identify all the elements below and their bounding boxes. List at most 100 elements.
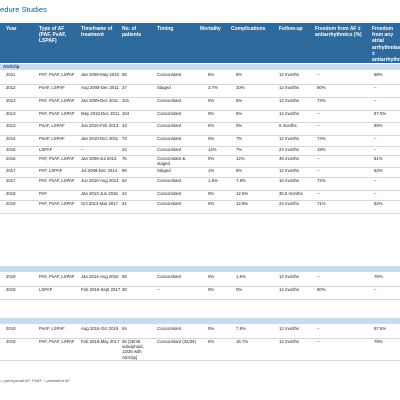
cell-year: 2016 — [6, 147, 16, 152]
cell-complications: 7.8% — [236, 326, 246, 331]
cell-timeframe: Feb 2016-May 2017 — [81, 339, 120, 344]
table-header: Year Type of AF (PAF, PsAF, LSPAF) Timef… — [0, 23, 400, 63]
cell-followup: 24 months — [279, 147, 300, 152]
cell-complications: 1.6% — [236, 274, 246, 279]
section-header — [0, 266, 400, 272]
cell-mortality: 0% — [208, 123, 215, 128]
cell-patients: 76 — [122, 156, 127, 161]
cell-patients: 27 — [122, 85, 127, 90]
cell-timing: Concomitant — [157, 191, 182, 196]
cell-timing: Concomitant — [157, 72, 182, 77]
cell-followup: 12 months — [279, 136, 300, 141]
cell-followup: 12 months — [279, 339, 300, 344]
cell-timing: Concomitant (32/36) — [157, 339, 196, 344]
cell-patients: 31 — [122, 201, 127, 206]
cell-mortality: 0% — [208, 201, 215, 206]
cell-mortality: 0% — [208, 287, 215, 292]
cell-complications: 6% — [236, 98, 243, 103]
cell-freedom-any: – — [374, 191, 377, 196]
cell-patients: 24 — [122, 147, 127, 152]
cell-timeframe: Aug 2016-Oct 2019 — [81, 326, 119, 331]
cell-timeframe: Jan 2013-Jun 2015 — [81, 191, 118, 196]
cell-timing: Staged — [157, 168, 171, 173]
cell-year: 2012 — [6, 85, 16, 90]
cell-type: PsAF, LSPAF — [39, 123, 65, 128]
cell-patients: 36 (25/36 subxiphoid, 13/36 with AtriCli… — [122, 339, 144, 360]
cell-year: 2013 — [6, 111, 16, 116]
cell-mortality: 0% — [208, 274, 215, 279]
cell-timing: Concomitant — [157, 274, 182, 279]
cell-freedom-af: – — [317, 274, 320, 279]
col-type: Type of AF (PAF, PsAF, LSPAF) — [39, 26, 67, 45]
cell-freedom-any: 78% — [374, 339, 383, 344]
cell-freedom-any: 87.5% — [374, 326, 387, 331]
cell-timeframe: Oct 2013-Mar 2017 — [81, 201, 119, 206]
cell-mortality: 5% — [208, 72, 215, 77]
cell-followup: 12 months — [279, 98, 300, 103]
cell-timing: Concomitant & staged — [157, 156, 186, 167]
cell-freedom-af: 73% — [317, 136, 326, 141]
cell-type: PAF, PsAF, LSPAF — [39, 98, 75, 103]
cell-timeframe: Jan 2009-May 2010 — [81, 72, 119, 77]
cell-mortality: 0% — [208, 136, 215, 141]
cell-timeframe: Aug 2009-Dec 2011 — [81, 85, 119, 90]
cell-timeframe: Jun 2010-Aug 2014 — [81, 178, 119, 183]
cell-complications: 10% — [236, 85, 245, 90]
cell-freedom-any: 81% — [374, 156, 383, 161]
table-row: 2012 PsAF, LSPAF Aug 2009-Dec 2011 27 Staged… — [0, 84, 400, 98]
table-footnote: = paroxysmal AF; PsAF = persistent AF. — [0, 378, 71, 383]
col-mortality: Mortality — [200, 26, 221, 32]
cell-type: PAF, PsAF, LSPAF — [39, 178, 75, 183]
cell-freedom-af: 71% — [317, 201, 326, 206]
table-row: 2017 PAF, PsAF, LSPAF Jun 2010-Aug 2014 64 C… — [0, 177, 400, 191]
cell-timeframe: Jan 2010-Dec 2011 — [81, 136, 119, 141]
table-row: 2011 PAF, PsAF, LSPAF Jan 2009-May 2010 65 C… — [0, 71, 400, 85]
cell-followup: 48 months — [279, 156, 300, 161]
table-title: edure Studies — [0, 5, 47, 14]
cell-patients: 64 — [122, 178, 127, 183]
cell-year: 2018 — [6, 191, 16, 196]
table-row: 2013 PAF, PsAF, LSPAF Jan 2009-Dec 2011 101… — [0, 97, 400, 111]
cell-freedom-af: 72% — [317, 178, 326, 183]
section-label: AtriClip — [3, 64, 20, 69]
cell-mortality: 0% — [208, 339, 215, 344]
cell-complications: 8% — [236, 168, 243, 173]
cell-freedom-any: 52% — [374, 201, 383, 206]
cell-followup: 12 months — [279, 111, 300, 116]
cell-patients: 59 — [122, 274, 127, 279]
cell-mortality: 0% — [208, 156, 215, 161]
col-followup: Follow-up — [279, 26, 303, 32]
cell-timeframe: May 2010-Dec 2011 — [81, 111, 120, 116]
cell-complications: 16.7% — [236, 339, 249, 344]
cell-freedom-any: 89% — [374, 123, 383, 128]
cell-followup: 16 months — [279, 178, 300, 183]
cell-freedom-af: – — [317, 156, 320, 161]
cell-freedom-af: – — [317, 123, 320, 128]
cell-patients: 65 — [122, 72, 127, 77]
cell-year: 2019 — [6, 287, 16, 292]
cell-patients: 43 — [122, 123, 127, 128]
cell-freedom-any: 88% — [374, 72, 383, 77]
cell-followup: 30.5 months — [279, 191, 303, 196]
cell-timing: Concomitant — [157, 147, 182, 152]
cell-timeframe: Feb 2015-Sept 2017 — [81, 287, 121, 292]
section-header: AtriClip — [0, 64, 400, 70]
cell-mortality: 0% — [208, 111, 215, 116]
cell-patients: 30 — [122, 287, 127, 292]
cell-type: PAF — [39, 191, 48, 196]
cell-year: 2017 — [6, 168, 16, 173]
cell-timeframe: Jan 2009-Dec 2011 — [81, 98, 119, 103]
section-header — [0, 318, 400, 324]
col-year: Year — [6, 26, 17, 32]
col-freedom-any: Freedom from any atrial arrhythmias ± an… — [372, 26, 400, 62]
cell-mortality: 0% — [208, 326, 215, 331]
cell-type: PsAF, LSPAF — [39, 326, 65, 331]
cell-freedom-af: 73% — [317, 98, 326, 103]
cell-complications: 12% — [236, 156, 245, 161]
cell-year: 2014 — [6, 136, 16, 141]
cell-patients: 90 — [122, 168, 127, 173]
cell-freedom-any: – — [374, 136, 377, 141]
table-row: 2019 PAF, PsAF, LSPAF Oct 2013-Mar 2017 31 C… — [0, 200, 400, 214]
cell-type: PAF, PsAF, LSPAF — [39, 339, 75, 344]
col-freedom-af: Freedom from AF ± antiarrhythmics (%) — [315, 26, 362, 39]
